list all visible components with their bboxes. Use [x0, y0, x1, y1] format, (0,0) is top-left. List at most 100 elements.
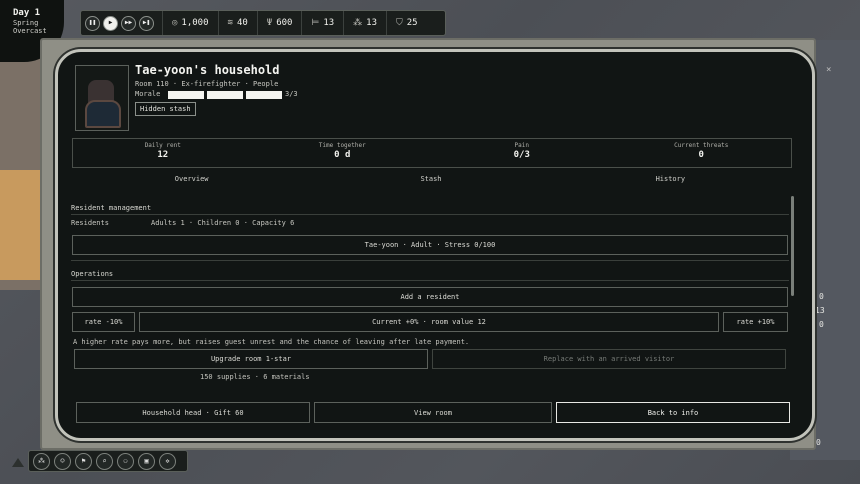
- skip-icon: ▶❚: [142, 19, 151, 26]
- rate-down-button[interactable]: rate -10%: [72, 312, 135, 332]
- resource-beds[interactable]: ⊨ 13: [301, 11, 343, 35]
- side-value: 0: [819, 292, 824, 301]
- add-resident-button[interactable]: Add a resident: [72, 287, 788, 307]
- resource-people[interactable]: ⁂ 13: [343, 11, 386, 35]
- stat-value: 12: [157, 150, 169, 160]
- search-icon: ⌕: [102, 456, 107, 465]
- shield-icon: ⛉: [396, 18, 403, 28]
- stat-value: 0: [698, 150, 704, 160]
- tab-history[interactable]: History: [551, 172, 790, 186]
- resource-value: 40: [236, 18, 248, 28]
- stat-daily-rent: Daily rent 12: [73, 139, 253, 167]
- season-label: Spring: [13, 19, 39, 27]
- play-icon: ▶: [108, 19, 113, 26]
- hidden-stash-badge[interactable]: Hidden stash: [135, 102, 196, 116]
- divider: [71, 260, 789, 261]
- side-value: 0: [816, 438, 821, 447]
- resource-defense[interactable]: ⛉ 25: [386, 11, 427, 35]
- skip-button[interactable]: ▶❚: [139, 15, 154, 31]
- morale-label: Morale: [135, 90, 161, 98]
- weather-label: Overcast: [13, 27, 47, 35]
- corner-indicator: [12, 458, 24, 467]
- morale-segment: [246, 91, 282, 99]
- upgrade-room-button[interactable]: Upgrade room 1-star: [74, 349, 428, 369]
- screen-icon: ▣: [144, 456, 149, 465]
- stat-label: Current threats: [674, 142, 729, 149]
- stat-value: 0/3: [513, 150, 530, 160]
- stat-time-together: Time together 0 d: [253, 139, 433, 167]
- face-tool-button[interactable]: ☺: [54, 452, 71, 470]
- resource-value: 1,000: [181, 18, 209, 28]
- side-value: 0: [819, 320, 824, 329]
- people-search-tool-button[interactable]: ⚇: [117, 452, 134, 470]
- screen-tool-button[interactable]: ▣: [138, 452, 155, 470]
- replace-visitor-button[interactable]: Replace with an arrived visitor: [432, 349, 786, 369]
- fast-forward-button[interactable]: ▶▶: [121, 15, 136, 31]
- divider: [71, 280, 789, 281]
- resource-value: 600: [276, 18, 293, 28]
- resident-portrait: [75, 65, 129, 131]
- rate-current-display: Current +0% · room value 12: [139, 312, 719, 332]
- settings-icon: ✲: [165, 456, 170, 465]
- back-to-info-button[interactable]: Back to info: [556, 402, 790, 423]
- pause-button[interactable]: ❚❚: [85, 15, 100, 31]
- stat-label: Daily rent: [144, 142, 181, 149]
- flag-icon: ⚑: [81, 456, 86, 465]
- day-title: Day 1: [13, 8, 41, 18]
- stat-value: 0 d: [334, 150, 351, 160]
- resource-coins[interactable]: ◎ 1,000: [162, 11, 218, 35]
- section-title-resident-management: Resident management: [71, 204, 152, 212]
- resource-value: 13: [366, 18, 377, 28]
- morale-segment: [207, 91, 243, 99]
- pause-icon: ❚❚: [88, 19, 97, 26]
- side-value: 13: [815, 306, 825, 315]
- people-icon: ⁂: [353, 18, 363, 28]
- stat-label: Pain: [514, 142, 529, 149]
- view-room-button[interactable]: View room: [314, 402, 552, 423]
- flag-tool-button[interactable]: ⚑: [75, 452, 92, 470]
- food-icon: Ψ: [266, 18, 273, 28]
- rate-hint: A higher rate pays more, but raises gues…: [73, 338, 470, 346]
- group-tool-button[interactable]: ⁂: [33, 452, 50, 470]
- stat-pain: Pain 0/3: [432, 139, 612, 167]
- stat-current-threats: Current threats 0: [612, 139, 792, 167]
- close-icon[interactable]: ×: [826, 65, 831, 75]
- tab-overview[interactable]: Overview: [72, 172, 311, 186]
- household-title: Tae-yoon's household: [135, 63, 280, 77]
- upgrade-cost: 150 supplies · 6 materials: [200, 373, 310, 381]
- face-icon: ☺: [60, 456, 65, 465]
- household-stats: Daily rent 12 Time together 0 d Pain 0/3…: [72, 138, 792, 168]
- portrait-body: [85, 100, 121, 128]
- household-tabs: Overview Stash History: [72, 172, 790, 186]
- household-subtitle: Room 110 · Ex-firefighter · People: [135, 80, 279, 88]
- resource-bar: ❚❚ ▶ ▶▶ ▶❚ ◎ 1,000 ≋ 40 Ψ 600 ⊨ 13 ⁂ 13 ⛉ 25: [80, 10, 446, 36]
- divider: [71, 214, 789, 215]
- resident-row[interactable]: Tae-yoon · Adult · Stress 0/100: [72, 235, 788, 255]
- resource-value: 13: [323, 18, 335, 28]
- resource-value: 25: [406, 18, 418, 28]
- stat-label: Time together: [318, 142, 366, 149]
- coin-icon: ◎: [172, 18, 178, 28]
- bottom-toolbar: ⁂ ☺ ⚑ ⌕ ⚇ ▣ ✲: [28, 450, 188, 472]
- settings-tool-button[interactable]: ✲: [159, 452, 176, 470]
- content-scrollbar[interactable]: [791, 196, 794, 296]
- play-button[interactable]: ▶: [103, 15, 118, 31]
- tab-stash[interactable]: Stash: [311, 172, 550, 186]
- magnify-people-icon: ⚇: [123, 456, 128, 465]
- bed-icon: ⊨: [311, 18, 320, 28]
- residents-label: Residents: [71, 219, 109, 227]
- rate-up-button[interactable]: rate +10%: [723, 312, 788, 332]
- section-title-operations: Operations: [71, 270, 114, 278]
- resource-food[interactable]: Ψ 600: [256, 11, 302, 35]
- group-icon: ⁂: [38, 456, 45, 465]
- search-tool-button[interactable]: ⌕: [96, 452, 113, 470]
- household-modal: Tae-yoon's household Room 110 · Ex-firef…: [55, 49, 815, 441]
- resource-materials[interactable]: ≋ 40: [217, 11, 257, 35]
- morale-count: 3/3: [285, 90, 298, 98]
- residents-counts: Adults 1 · Children 0 · Capacity 6: [151, 219, 295, 227]
- speed-controls: ❚❚ ▶ ▶▶ ▶❚: [85, 15, 154, 31]
- fast-forward-icon: ▶▶: [124, 19, 133, 26]
- household-head-button[interactable]: Household head · Gift 60: [76, 402, 310, 423]
- morale-segment: [168, 91, 204, 99]
- stack-icon: ≋: [227, 18, 233, 28]
